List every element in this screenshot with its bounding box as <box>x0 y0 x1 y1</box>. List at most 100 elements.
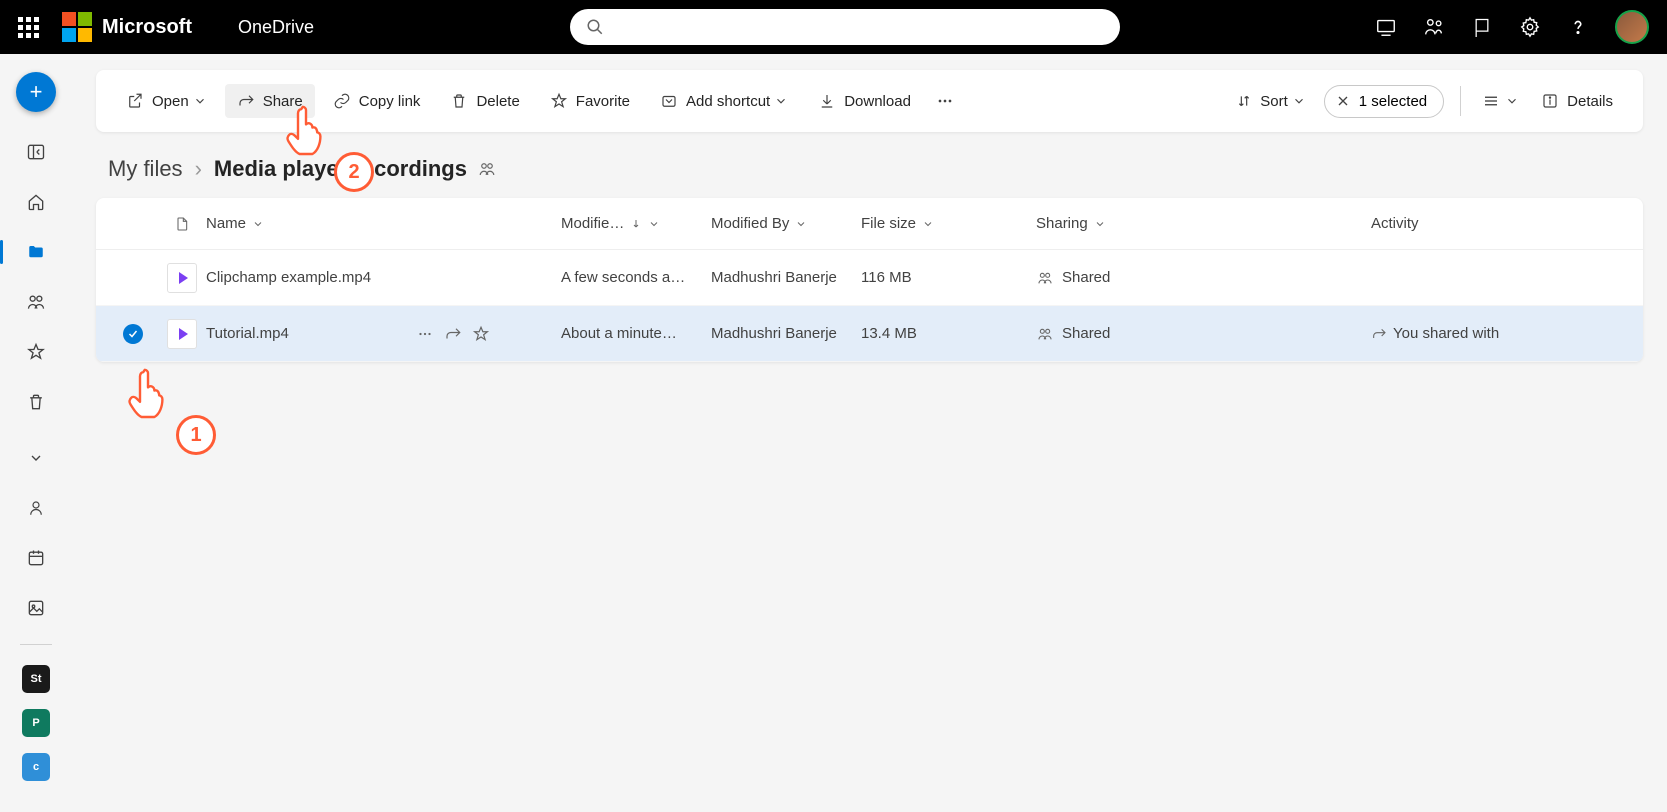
settings-icon[interactable] <box>1519 16 1541 38</box>
brand-text: Microsoft <box>102 16 192 39</box>
chevron-right-icon: › <box>195 156 202 182</box>
nav-expand-icon[interactable] <box>16 440 56 476</box>
delete-button[interactable]: Delete <box>438 84 531 118</box>
activity-share-icon <box>1371 326 1387 342</box>
delete-icon <box>450 92 468 110</box>
file-name[interactable]: Tutorial.mp4 <box>206 325 289 342</box>
nav-favorites-icon[interactable] <box>16 334 56 370</box>
nav-calendar-icon[interactable] <box>16 540 56 576</box>
download-button[interactable]: Download <box>806 84 923 118</box>
size-cell: 116 MB <box>861 269 1036 286</box>
more-actions-button[interactable] <box>929 83 961 119</box>
file-table: Name Modifie… Modified By File size Shar… <box>96 198 1643 362</box>
file-name[interactable]: Clipchamp example.mp4 <box>206 269 371 286</box>
search-input[interactable] <box>614 19 1104 36</box>
file-column-icon <box>174 214 190 234</box>
chevron-down-icon <box>795 218 807 230</box>
more-icon <box>935 91 955 111</box>
people-share-icon <box>477 160 497 178</box>
search-icon <box>586 18 604 36</box>
modified-cell: About a minute… <box>561 325 711 342</box>
open-icon <box>126 92 144 110</box>
table-row[interactable]: Tutorial.mp4 About a minute… Madhushri B… <box>96 306 1643 362</box>
microsoft-logo[interactable]: Microsoft <box>62 12 192 42</box>
chevron-down-icon <box>1292 94 1306 108</box>
left-navigation: + St P c <box>0 54 72 812</box>
chevron-down-icon <box>648 218 660 230</box>
details-button[interactable]: Details <box>1529 84 1625 118</box>
nav-people-icon[interactable] <box>16 490 56 526</box>
info-icon <box>1541 92 1559 110</box>
modified-cell: A few seconds a… <box>561 269 711 286</box>
help-icon[interactable] <box>1567 16 1589 38</box>
chevron-down-icon <box>1505 94 1519 108</box>
devices-icon[interactable] <box>1375 16 1397 38</box>
video-file-icon <box>167 263 197 293</box>
chevron-down-icon <box>774 94 788 108</box>
app-tile-st[interactable]: St <box>22 665 50 693</box>
column-modified[interactable]: Modifie… <box>561 215 711 232</box>
app-tile-c[interactable]: c <box>22 753 50 781</box>
teams-icon[interactable] <box>1423 16 1445 38</box>
favorite-button[interactable]: Favorite <box>538 84 642 118</box>
link-icon <box>333 92 351 110</box>
nav-recycle-icon[interactable] <box>16 384 56 420</box>
sort-button[interactable]: Sort <box>1224 85 1318 118</box>
app-launcher-icon[interactable] <box>12 11 44 43</box>
sort-down-icon <box>630 217 642 231</box>
list-view-icon <box>1481 92 1501 110</box>
chevron-down-icon <box>922 218 934 230</box>
download-icon <box>818 92 836 110</box>
command-bar: Open Share Copy link Delete Favorite Add… <box>96 70 1643 132</box>
row-favorite-icon[interactable] <box>472 325 490 343</box>
open-button[interactable]: Open <box>114 84 219 118</box>
app-name[interactable]: OneDrive <box>238 17 314 38</box>
shortcut-icon <box>660 92 678 110</box>
shared-icon <box>1036 270 1054 286</box>
modified-by-cell: Madhushri Banerje <box>711 269 861 286</box>
add-new-button[interactable]: + <box>16 72 56 112</box>
star-icon <box>550 92 568 110</box>
activity-cell: You shared with <box>1371 325 1499 342</box>
nav-panel-icon[interactable] <box>16 134 56 170</box>
row-more-icon[interactable] <box>416 325 434 343</box>
breadcrumb-current: Media player recordings <box>214 156 467 182</box>
copy-link-button[interactable]: Copy link <box>321 84 433 118</box>
column-activity: Activity <box>1371 215 1631 232</box>
row-checkbox[interactable] <box>123 324 143 344</box>
table-header: Name Modifie… Modified By File size Shar… <box>96 198 1643 250</box>
nav-files-icon[interactable] <box>16 234 56 270</box>
add-shortcut-button[interactable]: Add shortcut <box>648 84 800 118</box>
app-tile-p[interactable]: P <box>22 709 50 737</box>
breadcrumb-root[interactable]: My files <box>108 156 183 182</box>
chevron-down-icon <box>1094 218 1106 230</box>
main-content: Open Share Copy link Delete Favorite Add… <box>72 54 1667 812</box>
view-switcher-button[interactable] <box>1477 84 1523 118</box>
column-modified-by[interactable]: Modified By <box>711 215 861 232</box>
share-icon <box>237 92 255 110</box>
nav-shared-icon[interactable] <box>16 284 56 320</box>
row-share-icon[interactable] <box>444 325 462 343</box>
modified-by-cell: Madhushri Banerje <box>711 325 861 342</box>
column-file-size[interactable]: File size <box>861 215 1036 232</box>
search-box[interactable] <box>570 9 1120 45</box>
size-cell: 13.4 MB <box>861 325 1036 342</box>
table-row[interactable]: Clipchamp example.mp4 A few seconds a… M… <box>96 250 1643 306</box>
share-button[interactable]: Share <box>225 84 315 118</box>
column-sharing[interactable]: Sharing <box>1036 215 1371 232</box>
close-icon[interactable] <box>1335 93 1351 109</box>
video-file-icon <box>167 319 197 349</box>
user-avatar[interactable] <box>1615 10 1649 44</box>
column-name[interactable]: Name <box>206 215 526 232</box>
chevron-down-icon <box>193 94 207 108</box>
feedback-icon[interactable] <box>1471 16 1493 38</box>
chevron-down-icon <box>252 218 264 230</box>
nav-photos-icon[interactable] <box>16 590 56 626</box>
selection-count[interactable]: 1 selected <box>1324 85 1444 118</box>
breadcrumb: My files › Media player recordings <box>96 132 1643 198</box>
sort-icon <box>1236 93 1252 109</box>
sharing-cell[interactable]: Shared <box>1036 269 1110 286</box>
nav-home-icon[interactable] <box>16 184 56 220</box>
top-header: Microsoft OneDrive <box>0 0 1667 54</box>
sharing-cell[interactable]: Shared <box>1036 325 1110 342</box>
